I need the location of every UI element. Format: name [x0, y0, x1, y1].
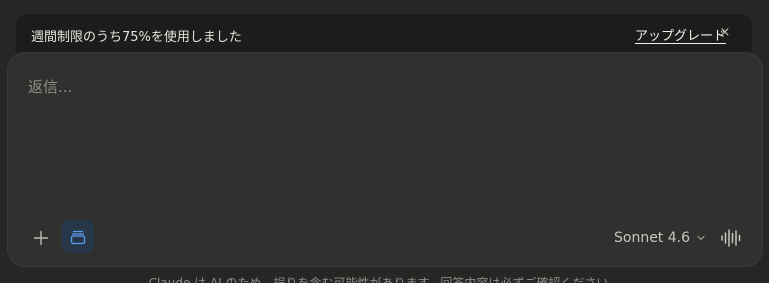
model-selector[interactable]: Sonnet 4.6	[614, 228, 706, 248]
ai-disclaimer: Claude は AI のため、誤りを含む可能性があります。回答内容は必ずご確認…	[148, 276, 621, 283]
model-selector-label: Sonnet 4.6	[614, 230, 691, 246]
voice-waveform-icon	[721, 229, 741, 247]
plus-icon	[33, 230, 49, 246]
project-button[interactable]	[61, 220, 94, 253]
close-icon[interactable]: ×	[718, 25, 732, 41]
usage-limit-message: 週間制限のうち75%を使用しました	[31, 30, 242, 45]
project-icon	[70, 230, 85, 244]
reply-composer: Sonnet 4.6	[7, 52, 763, 267]
add-attachment-button[interactable]	[28, 225, 54, 251]
chat-composer-area: 週間制限のうち75%を使用しました アップグレード × Sonnet 4.6	[0, 0, 769, 283]
upgrade-link[interactable]: アップグレード	[635, 25, 726, 44]
chevron-down-icon	[697, 235, 705, 241]
voice-mode-button[interactable]	[720, 227, 742, 249]
reply-input[interactable]	[28, 75, 728, 99]
